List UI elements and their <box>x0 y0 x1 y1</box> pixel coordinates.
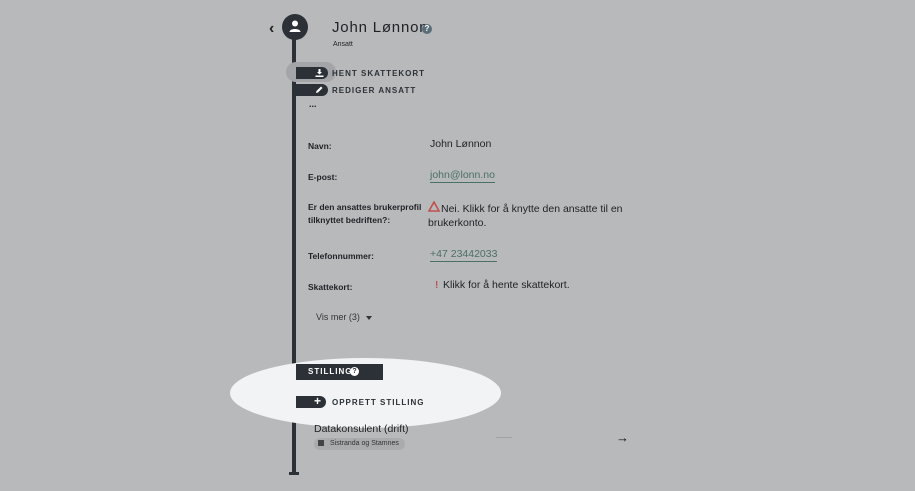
job-location-badge: Sistranda og Stamnes <box>314 438 405 450</box>
user-icon <box>289 20 301 32</box>
show-more-button[interactable]: Vis mer (3) <box>316 312 372 322</box>
job-location-label: Sistranda og Stamnes <box>330 440 399 447</box>
link-profile-link-cont[interactable]: brukerkonto. <box>428 217 486 229</box>
phone-link[interactable]: +47 23442033 <box>430 248 498 262</box>
name-value: John Lønnon <box>430 138 492 150</box>
fetch-tax-card-button[interactable] <box>296 67 328 79</box>
show-more-label: Vis mer (3) <box>316 312 360 322</box>
download-icon <box>315 69 324 77</box>
warning-icon <box>428 201 440 212</box>
more-actions-button[interactable]: ... <box>309 99 317 109</box>
pencil-icon <box>316 86 323 93</box>
fetch-taxcard-link[interactable]: Klikk for å hente skattekort. <box>443 279 570 291</box>
arrow-right-icon[interactable]: → <box>616 430 629 445</box>
timeline-end <box>289 472 299 475</box>
exclamation-icon: ! <box>435 280 439 291</box>
email-label: E-post: <box>308 172 338 182</box>
plus-icon: + <box>314 394 322 408</box>
caret-down-icon <box>365 315 372 320</box>
fetch-tax-card-label[interactable]: HENT SKATTEKORT <box>332 69 425 78</box>
email-link[interactable]: john@lonn.no <box>430 169 495 183</box>
taxcard-label: Skattekort: <box>308 282 353 292</box>
edit-employee-label[interactable]: REDIGER ANSATT <box>332 86 416 95</box>
help-icon[interactable]: ? <box>422 24 432 34</box>
employee-role: Ansatt <box>333 41 353 48</box>
building-icon <box>318 440 324 447</box>
job-title[interactable]: Datakonsulent (drift) <box>314 423 409 435</box>
phone-label: Telefonnummer: <box>308 251 374 261</box>
edit-employee-button[interactable] <box>296 84 328 96</box>
name-label: Navn: <box>308 141 332 151</box>
help-icon[interactable]: ? <box>350 367 359 376</box>
profile-label: Er den ansattes brukerprofil tilknyttet … <box>308 201 421 227</box>
divider <box>496 437 512 438</box>
chevron-left-icon[interactable]: ‹ <box>269 20 274 38</box>
profile-label-line1: Er den ansattes brukerprofil <box>308 202 422 212</box>
link-profile-link[interactable]: Nei. Klikk for å knytte den ansatte til … <box>441 201 641 217</box>
avatar <box>282 14 308 40</box>
profile-label-line2: tilknyttet bedriften?: <box>308 215 391 225</box>
position-section-title: STILLING <box>308 367 353 376</box>
create-position-label[interactable]: OPPRETT STILLING <box>332 398 424 407</box>
create-position-button[interactable]: + <box>296 394 326 408</box>
page-title: John Lønnon <box>332 19 429 36</box>
